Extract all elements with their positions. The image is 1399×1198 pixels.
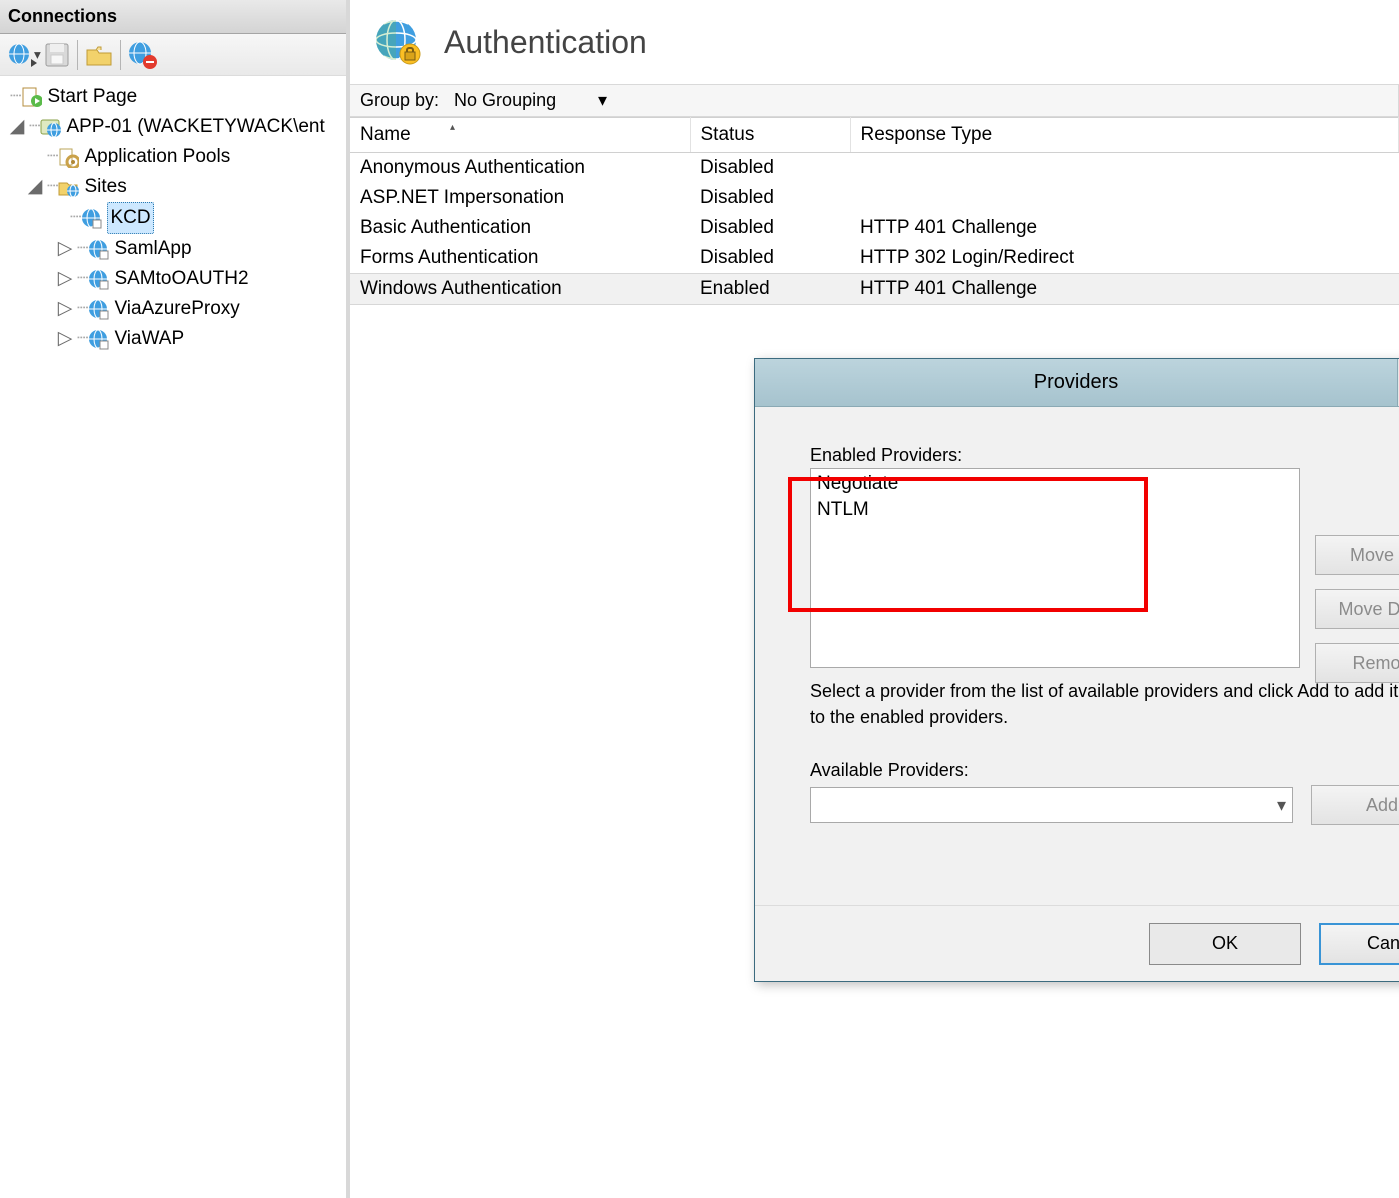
table-row[interactable]: ASP.NET ImpersonationDisabled	[350, 183, 1399, 213]
server-icon	[39, 116, 61, 138]
site-icon	[87, 268, 109, 290]
authentication-icon	[374, 18, 422, 66]
instructions-text: Select a provider from the list of avail…	[810, 678, 1399, 730]
connect-icon[interactable]: ▾	[6, 41, 41, 69]
expand-icon[interactable]: ▷	[58, 324, 72, 354]
main-panel: Authentication Group by: No Grouping ▾ N…	[350, 0, 1399, 1198]
providers-dialog: Providers ? ✕ Enabled Providers: Negotia…	[754, 358, 1399, 982]
tree-label: Sites	[84, 172, 126, 202]
page-title: Authentication	[444, 24, 647, 61]
sites-folder-icon	[57, 176, 79, 198]
site-icon	[87, 298, 109, 320]
cancel-button[interactable]: Cancel	[1319, 923, 1399, 965]
tree-start-page[interactable]: ┈ Start Page	[10, 82, 342, 112]
save-icon[interactable]	[43, 41, 71, 69]
table-row[interactable]: Forms AuthenticationDisabledHTTP 302 Log…	[350, 243, 1399, 274]
dialog-title: Providers	[755, 371, 1397, 394]
tree-site-samlapp[interactable]: ▷ ┈ SamlApp	[10, 234, 342, 264]
ok-button[interactable]: OK	[1149, 923, 1301, 965]
tree-app-pools[interactable]: ┈ Application Pools	[10, 142, 342, 172]
connections-panel: Connections ▾ ┈ Start Page	[0, 0, 350, 1198]
add-button[interactable]: Add	[1311, 785, 1399, 825]
move-down-button[interactable]: Move Down	[1315, 589, 1399, 629]
tree-server[interactable]: ◢ ┈ APP-01 (WACKETYWACK\ent	[10, 112, 342, 142]
group-by-bar: Group by: No Grouping ▾	[350, 84, 1399, 117]
expand-icon[interactable]: ▷	[58, 234, 72, 264]
tree-label: SAMtoOAUTH2	[114, 264, 248, 294]
tree-label: ViaWAP	[114, 324, 184, 354]
open-icon[interactable]	[84, 41, 114, 69]
tree-sites[interactable]: ◢ ┈ Sites	[10, 172, 342, 202]
list-item[interactable]: NTLM	[817, 497, 1293, 523]
tree-site-viawap[interactable]: ▷ ┈ ViaWAP	[10, 324, 342, 354]
site-icon	[87, 238, 109, 260]
tree-site-kcd[interactable]: ┈ KCD	[10, 202, 342, 234]
tree-site-samtooauth2[interactable]: ▷ ┈ SAMtoOAUTH2	[10, 264, 342, 294]
sort-asc-icon: ▴	[450, 122, 455, 133]
connections-tree[interactable]: ┈ Start Page ◢ ┈ APP-01 (WACKETYWACK\ent…	[0, 76, 346, 1198]
enabled-providers-label: Enabled Providers:	[810, 445, 1399, 466]
expand-icon[interactable]: ▷	[58, 294, 72, 324]
col-status[interactable]: Status	[690, 118, 850, 153]
collapse-icon[interactable]: ◢	[28, 172, 42, 202]
table-row[interactable]: Basic AuthenticationDisabledHTTP 401 Cha…	[350, 213, 1399, 243]
col-response[interactable]: Response Type	[850, 118, 1399, 153]
start-page-icon	[20, 86, 42, 108]
available-providers-combo[interactable]: ▾	[810, 787, 1293, 823]
table-row[interactable]: Anonymous AuthenticationDisabled	[350, 153, 1399, 184]
expand-icon[interactable]: ▷	[58, 264, 72, 294]
table-row-selected[interactable]: Windows AuthenticationEnabledHTTP 401 Ch…	[350, 274, 1399, 305]
group-by-dropdown[interactable]: No Grouping ▾	[447, 89, 614, 112]
auth-table: Name▴ Status Response Type Anonymous Aut…	[350, 117, 1399, 305]
tree-label: ViaAzureProxy	[114, 294, 239, 324]
connections-toolbar: ▾	[0, 34, 346, 76]
group-by-value: No Grouping	[454, 90, 584, 111]
tree-label: Start Page	[47, 82, 137, 112]
remove-connection-icon[interactable]	[127, 40, 159, 70]
tree-label: Application Pools	[84, 142, 230, 172]
list-item[interactable]: Negotiate	[817, 471, 1293, 497]
tree-site-viaazureproxy[interactable]: ▷ ┈ ViaAzureProxy	[10, 294, 342, 324]
col-name[interactable]: Name▴	[350, 118, 690, 153]
dialog-titlebar[interactable]: Providers ? ✕	[755, 359, 1399, 407]
remove-button[interactable]: Remove	[1315, 643, 1399, 683]
tree-label: SamlApp	[114, 234, 191, 264]
tree-label: APP-01 (WACKETYWACK\ent	[66, 112, 324, 142]
enabled-providers-list[interactable]: Negotiate NTLM	[810, 468, 1300, 668]
move-up-button[interactable]: Move Up	[1315, 535, 1399, 575]
site-icon	[87, 328, 109, 350]
connections-header: Connections	[0, 0, 346, 34]
collapse-icon[interactable]: ◢	[10, 112, 24, 142]
chevron-down-icon: ▾	[598, 90, 607, 111]
chevron-down-icon: ▾	[1277, 795, 1286, 816]
tree-label: KCD	[107, 202, 153, 234]
group-by-label: Group by:	[360, 90, 439, 111]
app-pools-icon	[57, 146, 79, 168]
available-providers-label: Available Providers:	[810, 760, 1399, 781]
site-icon	[80, 207, 102, 229]
